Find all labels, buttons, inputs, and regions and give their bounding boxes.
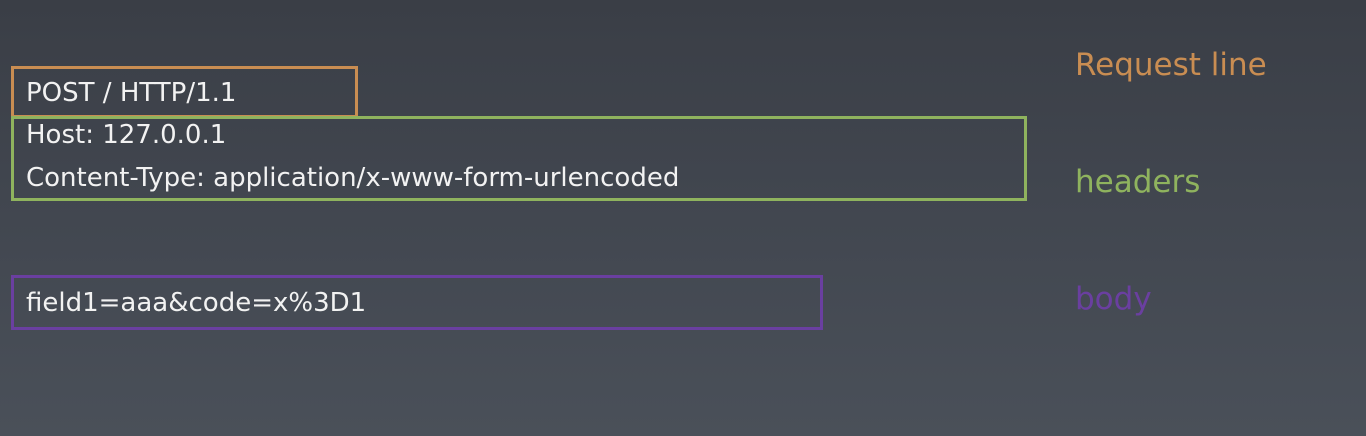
headers-label: headers [1075, 164, 1201, 200]
header-content-type-text: Content-Type: application/x-www-form-url… [26, 163, 680, 193]
header-host-text: Host: 127.0.0.1 [26, 120, 227, 150]
request-line-label: Request line [1075, 47, 1267, 83]
body-text: field1=aaa&code=x%3D1 [26, 288, 367, 318]
request-line-text: POST / HTTP/1.1 [26, 78, 237, 108]
http-request-diagram: POST / HTTP/1.1 Host: 127.0.0.1 Content-… [0, 0, 1366, 436]
body-label: body [1075, 281, 1152, 317]
